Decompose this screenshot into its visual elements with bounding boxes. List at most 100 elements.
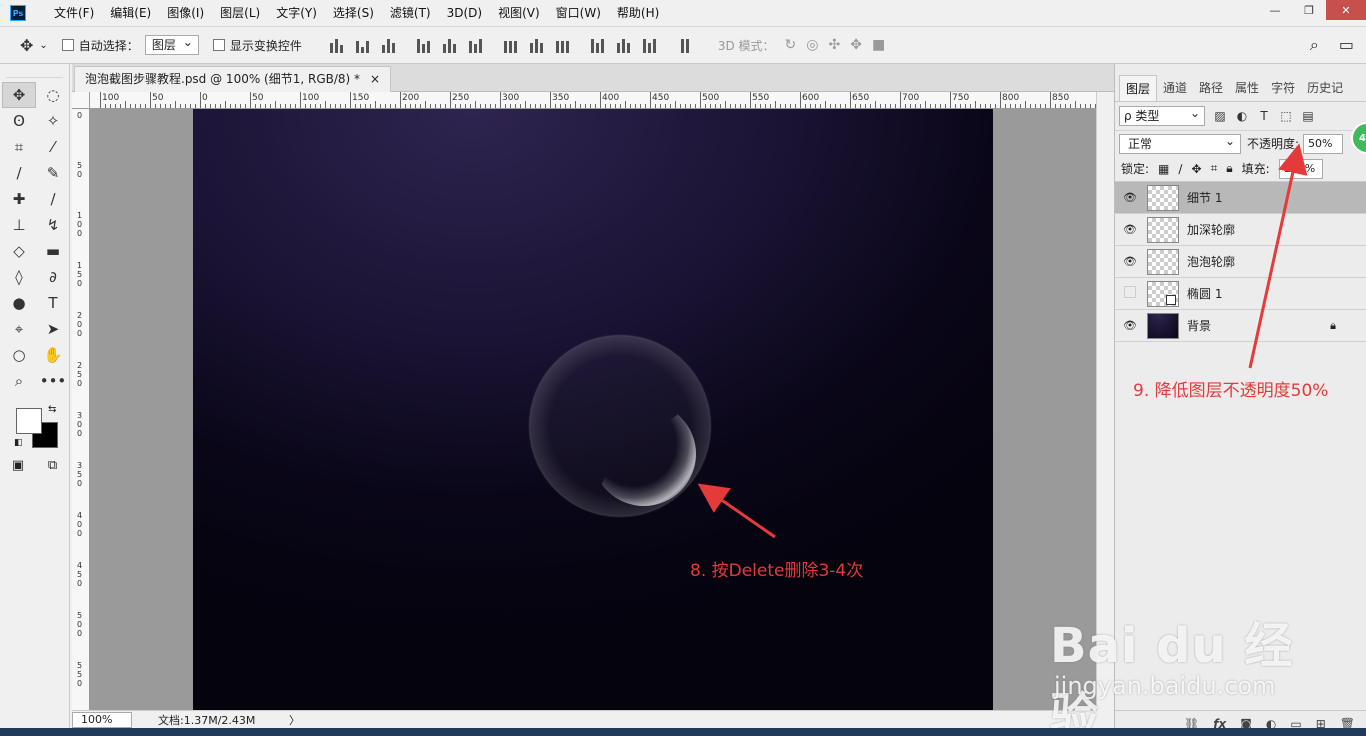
restore-button[interactable]: ❐ <box>1292 0 1326 20</box>
filter-smart-object-icon[interactable]: ▤ <box>1301 109 1315 123</box>
lock-pixels-icon[interactable]: ∕ <box>1178 162 1182 176</box>
show-transform-checkbox[interactable]: 显示变换控件 <box>212 37 302 54</box>
marquee-tool-icon[interactable]: ◌ <box>36 82 70 108</box>
brush-tool-icon[interactable]: ∕ <box>2 160 36 186</box>
checkbox-box[interactable] <box>212 39 225 51</box>
menu-3d[interactable]: 3D(D) <box>439 0 490 26</box>
menu-file[interactable]: 文件(F) <box>46 0 102 26</box>
distribute-vcenter-icon[interactable] <box>527 37 547 53</box>
quick-mask-icon[interactable]: ▣ <box>12 458 24 473</box>
layer-row[interactable]: 👁︎ 背景 🔒︎ <box>1115 310 1366 342</box>
menu-filter[interactable]: 滤镜(T) <box>382 0 439 26</box>
3d-orbit-icon[interactable]: ↻ <box>785 37 797 53</box>
smudge-tool-icon[interactable]: ∂ <box>36 264 70 290</box>
pencil-tool-icon[interactable]: ✎ <box>36 160 70 186</box>
distribute-top-icon[interactable] <box>501 37 521 53</box>
visibility-eye-icon[interactable]: 👁︎ <box>1115 255 1145 268</box>
ruler-corner[interactable] <box>72 92 90 109</box>
align-right-icon[interactable] <box>466 37 486 53</box>
blur-tool-icon[interactable]: ◊ <box>2 264 36 290</box>
distribute-left-icon[interactable] <box>588 37 608 53</box>
pen-tool-icon[interactable]: ⌖ <box>2 316 36 342</box>
tab-paths[interactable]: 路径 <box>1193 75 1229 101</box>
foreground-color-swatch[interactable] <box>16 408 42 434</box>
default-colors-icon[interactable]: ◧ <box>14 438 23 448</box>
align-vcenter-icon[interactable] <box>353 37 373 53</box>
visibility-eye-icon[interactable]: 👁︎ <box>1115 223 1145 236</box>
history-brush-tool-icon[interactable]: ↯ <box>36 212 70 238</box>
vertical-ruler[interactable]: 0 5 0 1 0 0 1 5 0 2 0 0 2 5 0 3 0 0 3 5 0 4 0 0 4… <box>72 109 90 710</box>
auto-select-target-dropdown[interactable]: 图层 <box>144 33 199 55</box>
swap-colors-icon[interactable]: ⇆ <box>48 404 56 415</box>
brush-alt-tool-icon[interactable]: ∕ <box>36 186 70 212</box>
filter-pixel-icon[interactable]: ▨ <box>1213 109 1227 123</box>
type-tool-icon[interactable]: T <box>36 290 70 316</box>
vertical-scrollbar[interactable] <box>1096 92 1114 710</box>
horizontal-ruler[interactable]: 100 50 0 50 100 150 200 250 300 350 400 450 500 550 60… <box>90 92 1096 109</box>
tab-properties[interactable]: 属性 <box>1229 75 1265 101</box>
auto-select-checkbox[interactable]: 自动选择： <box>61 37 139 54</box>
3d-roll-icon[interactable]: ◎ <box>806 37 818 53</box>
magic-wand-tool-icon[interactable]: ✧ <box>36 108 70 134</box>
crop-tool-icon[interactable]: ⌗ <box>2 134 36 160</box>
filter-shape-icon[interactable]: ⬚ <box>1279 109 1293 123</box>
tab-layers[interactable]: 图层 <box>1119 75 1158 101</box>
healing-tool-icon[interactable]: ✚ <box>2 186 36 212</box>
status-menu-arrow-icon[interactable]: 〉 <box>289 712 300 728</box>
align-bottom-icon[interactable] <box>379 37 399 53</box>
stamp-tool-icon[interactable]: ⊥ <box>2 212 36 238</box>
auto-align-icon[interactable] <box>675 37 695 53</box>
zoom-tool-icon[interactable]: ⌕ <box>2 368 36 394</box>
menu-view[interactable]: 视图(V) <box>490 0 548 26</box>
layer-row[interactable]: 👁︎ 细节 1 <box>1115 182 1366 214</box>
dodge-tool-icon[interactable]: ● <box>2 290 36 316</box>
menu-type[interactable]: 文字(Y) <box>268 0 325 26</box>
menu-image[interactable]: 图像(I) <box>159 0 212 26</box>
distribute-bottom-icon[interactable] <box>553 37 573 53</box>
align-left-icon[interactable] <box>414 37 434 53</box>
3d-scale-icon[interactable]: ■ <box>872 37 885 53</box>
lock-transparent-icon[interactable]: ▦ <box>1158 162 1169 176</box>
search-icon[interactable]: ⌕ <box>1310 35 1319 55</box>
menu-edit[interactable]: 编辑(E) <box>102 0 159 26</box>
3d-slide-icon[interactable]: ✥ <box>850 37 862 53</box>
menu-help[interactable]: 帮助(H) <box>609 0 667 26</box>
menu-select[interactable]: 选择(S) <box>325 0 382 26</box>
move-tool-icon[interactable]: ✥ <box>2 82 36 108</box>
minimize-button[interactable]: — <box>1258 0 1292 20</box>
zoom-level-field[interactable]: 100% <box>72 711 132 728</box>
menu-window[interactable]: 窗口(W) <box>548 0 609 26</box>
hand-tool-icon[interactable]: ✋ <box>36 342 70 368</box>
3d-pan-icon[interactable]: ✣ <box>829 37 841 53</box>
visibility-eye-icon[interactable]: 👁︎ <box>1115 319 1145 332</box>
panel-grip[interactable] <box>6 64 63 78</box>
close-tab-icon[interactable]: × <box>370 67 380 92</box>
workspace-icon[interactable]: ▭ <box>1339 35 1354 55</box>
horizontal-scrollbar[interactable] <box>304 710 1096 728</box>
canvas-workspace[interactable] <box>90 109 1096 710</box>
eyedropper-tool-icon[interactable]: ⁄ <box>36 134 70 160</box>
document-canvas[interactable] <box>193 109 993 710</box>
checkbox-box[interactable] <box>61 39 74 51</box>
fill-input[interactable]: 100% <box>1278 158 1323 179</box>
align-top-icon[interactable] <box>327 37 347 53</box>
tab-character[interactable]: 字符 <box>1265 75 1301 101</box>
distribute-hcenter-icon[interactable] <box>614 37 634 53</box>
layer-row[interactable]: 👁︎ 泡泡轮廓 <box>1115 246 1366 278</box>
align-hcenter-icon[interactable] <box>440 37 460 53</box>
document-tab[interactable]: 泡泡截图步骤教程.psd @ 100% (细节1, RGB/8) * × <box>74 66 392 92</box>
layer-row[interactable]: 👁︎ 加深轮廓 <box>1115 214 1366 246</box>
lock-artboard-icon[interactable]: ⌗ <box>1211 161 1218 176</box>
opacity-input[interactable]: 50% <box>1303 133 1344 154</box>
filter-adjustment-icon[interactable]: ◐ <box>1235 109 1249 123</box>
move-tool-icon[interactable]: ✥ <box>20 36 33 55</box>
lasso-tool-icon[interactable]: ʘ <box>2 108 36 134</box>
close-button[interactable]: ✕ <box>1326 0 1366 20</box>
tool-preset-dropdown-icon[interactable]: ⌄ <box>39 40 47 51</box>
more-tools-icon[interactable]: ••• <box>36 368 70 394</box>
visibility-off-icon[interactable] <box>1115 286 1145 301</box>
blend-mode-dropdown[interactable]: 正常 <box>1119 132 1241 154</box>
layer-filter-dropdown[interactable]: ρ 类型 <box>1119 104 1205 126</box>
menu-layer[interactable]: 图层(L) <box>212 0 268 26</box>
filter-type-icon[interactable]: T <box>1257 109 1271 123</box>
